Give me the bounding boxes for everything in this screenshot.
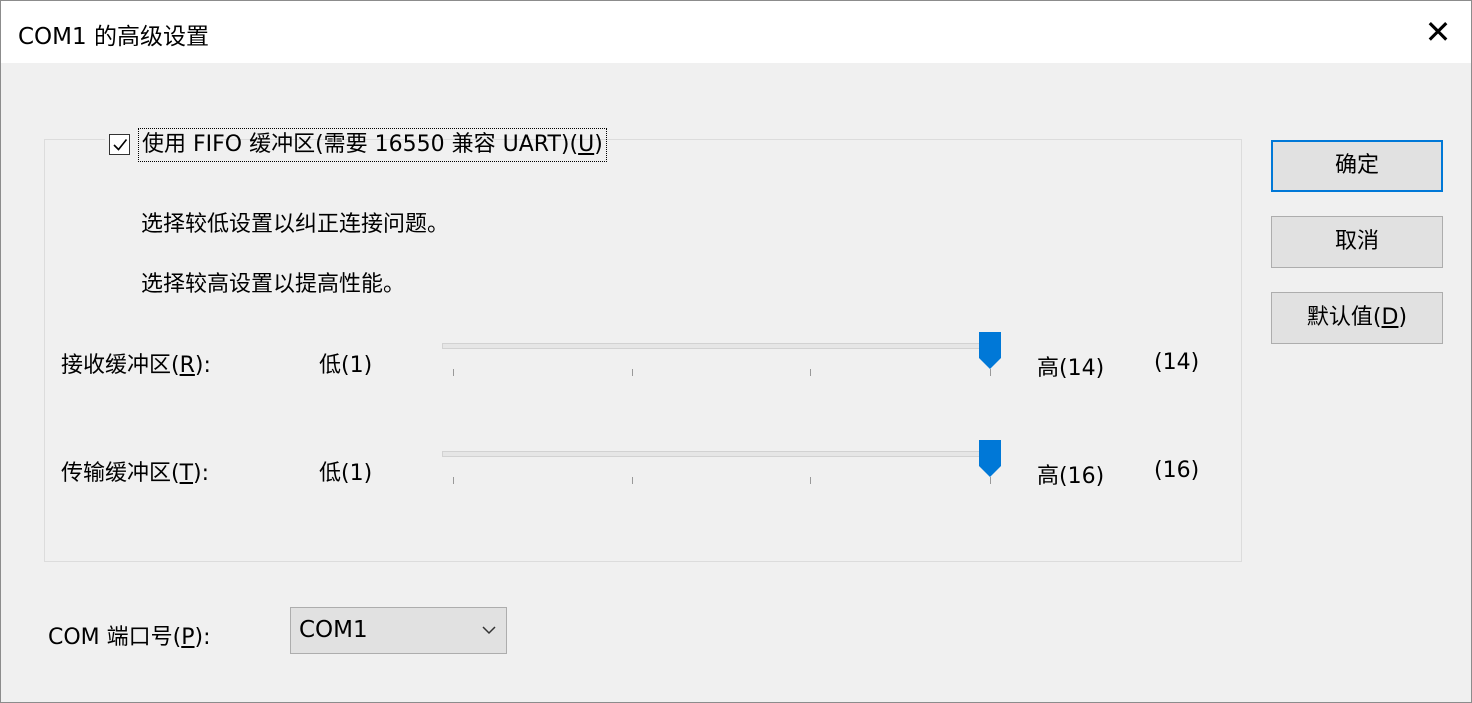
receive-buffer-max-label: 高(14) bbox=[1037, 356, 1105, 381]
slider-tick bbox=[632, 477, 633, 484]
transmit-buffer-slider[interactable] bbox=[441, 439, 1001, 489]
com-port-select[interactable]: COM1 bbox=[290, 607, 507, 654]
slider-thumb[interactable] bbox=[978, 331, 1002, 370]
title-bar: COM1 的高级设置 ✕ bbox=[1, 1, 1471, 63]
receive-buffer-slider[interactable] bbox=[441, 331, 1001, 381]
cancel-button[interactable]: 取消 bbox=[1271, 216, 1443, 268]
ok-button[interactable]: 确定 bbox=[1271, 140, 1443, 192]
slider-thumb[interactable] bbox=[978, 439, 1002, 478]
slider-tick bbox=[810, 477, 811, 484]
accelerator-key: P bbox=[181, 625, 195, 650]
slider-tick bbox=[632, 369, 633, 376]
com-port-label: COM 端口号(P): bbox=[48, 625, 211, 650]
hint-high-setting: 选择较高设置以提高性能。 bbox=[141, 272, 406, 297]
advanced-settings-dialog: COM1 的高级设置 ✕ 使用 FIFO 缓冲区(需要 16550 兼容 UAR… bbox=[0, 0, 1472, 703]
close-icon[interactable]: ✕ bbox=[1413, 11, 1463, 53]
slider-tick bbox=[810, 369, 811, 376]
fifo-checkbox-label[interactable]: 使用 FIFO 缓冲区(需要 16550 兼容 UART)(U) bbox=[138, 128, 607, 162]
accelerator-key: D bbox=[1381, 305, 1399, 330]
transmit-buffer-label: 传输缓冲区(T): bbox=[61, 461, 210, 486]
transmit-buffer-min-label: 低(1) bbox=[319, 461, 373, 486]
slider-track bbox=[442, 451, 994, 457]
accelerator-key: R bbox=[179, 353, 195, 378]
slider-tick bbox=[990, 369, 991, 376]
slider-tick bbox=[990, 477, 991, 484]
transmit-buffer-value: (16) bbox=[1154, 458, 1200, 483]
checkmark-icon bbox=[113, 139, 128, 151]
accelerator-key: T bbox=[179, 461, 194, 486]
chevron-down-icon bbox=[482, 626, 496, 635]
slider-tick bbox=[453, 369, 454, 376]
receive-buffer-value: (14) bbox=[1154, 350, 1200, 375]
fifo-checkbox[interactable] bbox=[109, 134, 130, 155]
defaults-button[interactable]: 默认值(D) bbox=[1271, 292, 1443, 344]
hint-low-setting: 选择较低设置以纠正连接问题。 bbox=[141, 212, 450, 237]
receive-buffer-min-label: 低(1) bbox=[319, 353, 373, 378]
slider-tick bbox=[453, 477, 454, 484]
receive-buffer-label: 接收缓冲区(R): bbox=[61, 353, 211, 378]
com-port-selected-value: COM1 bbox=[299, 617, 368, 643]
window-title: COM1 的高级设置 bbox=[18, 24, 209, 50]
transmit-buffer-max-label: 高(16) bbox=[1037, 464, 1105, 489]
slider-track bbox=[442, 343, 994, 349]
accelerator-key: U bbox=[578, 132, 595, 157]
